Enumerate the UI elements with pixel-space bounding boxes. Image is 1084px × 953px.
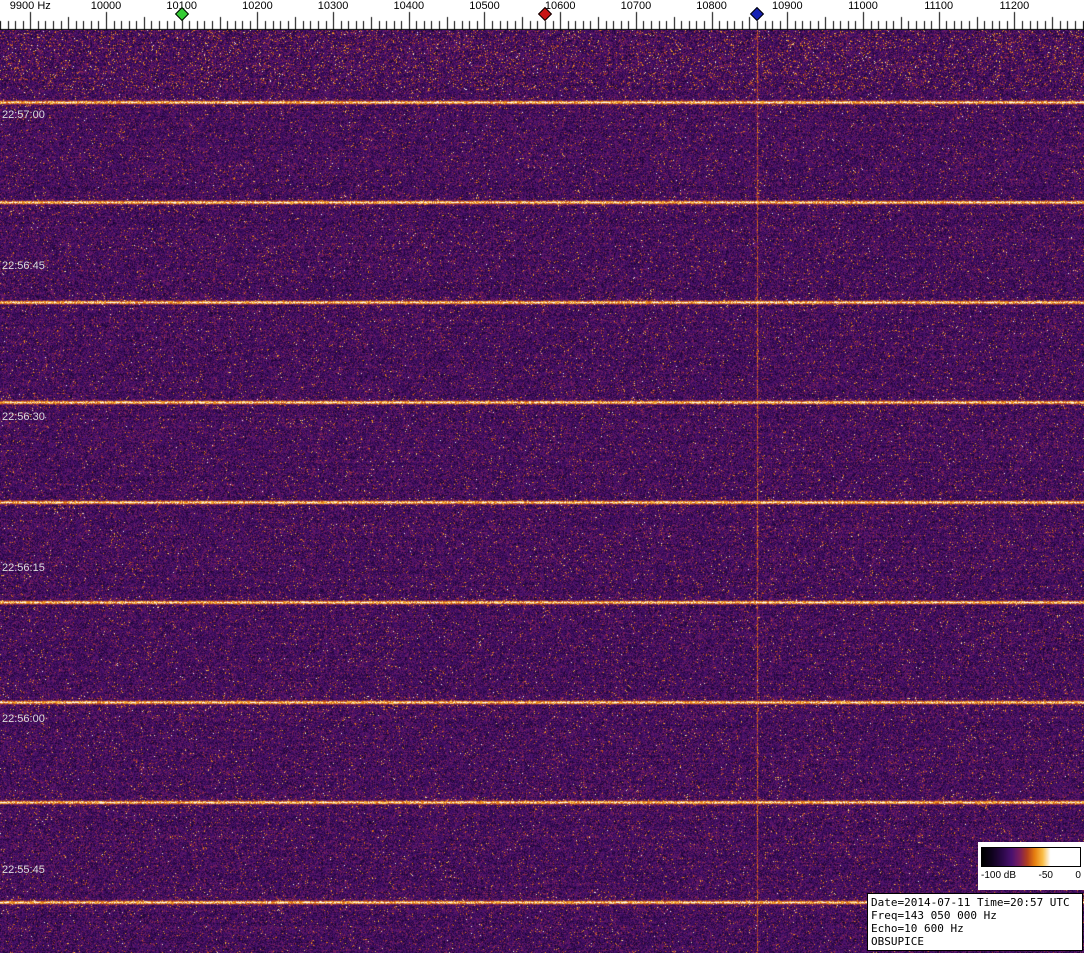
freq-tick-label: 10200: [242, 0, 273, 12]
time-tick-label: 22:57:00: [2, 109, 45, 121]
colorbar-max-label: 0: [1075, 870, 1081, 881]
freq-tick-label: 11200: [999, 0, 1030, 12]
info-date-line: Date=2014-07-11 Time=20:57 UTC: [871, 896, 1070, 909]
info-box: Date=2014-07-11 Time=20:57 UTC Freq=143 …: [867, 893, 1083, 951]
spectrogram-waterfall[interactable]: [0, 30, 1084, 953]
time-tick-label: 22:56:30: [2, 411, 45, 423]
info-freq-line: Freq=143 050 000 Hz: [871, 909, 997, 922]
spectrogram-app: 9900 Hz100001010010200103001040010500106…: [0, 0, 1084, 953]
colorbar-min-label: -100 dB: [981, 870, 1017, 881]
freq-tick-label: 10300: [317, 0, 349, 12]
freq-tick-label: 10600: [544, 0, 576, 12]
colorbar-gradient: [981, 847, 1081, 867]
colorbar-mid-label: -50: [1038, 870, 1053, 881]
time-tick-label: 22:56:45: [2, 260, 45, 272]
freq-tick-label: 9900 Hz: [9, 0, 51, 12]
time-tick-label: 22:56:00: [2, 713, 45, 725]
frequency-ruler[interactable]: 9900 Hz100001010010200103001040010500106…: [0, 0, 1084, 30]
freq-tick-label: 11000: [848, 0, 878, 12]
time-tick-label: 22:55:45: [2, 864, 45, 876]
info-echo-line: Echo=10 600 Hz: [871, 922, 964, 935]
colorbar-legend: -100 dB -50 0: [978, 842, 1084, 890]
freq-tick-label: 11100: [924, 0, 954, 12]
freq-tick-label: 10700: [620, 0, 652, 12]
colorbar-labels: -100 dB -50 0: [978, 870, 1084, 881]
time-tick-label: 22:56:15: [2, 562, 45, 574]
info-station-line: OBSUPICE: [871, 935, 924, 948]
freq-tick-label: 10400: [393, 0, 425, 12]
freq-tick-label: 10900: [772, 0, 803, 12]
freq-tick-label: 10000: [90, 0, 122, 12]
freq-tick-label: 10800: [696, 0, 727, 12]
freq-tick-label: 10500: [469, 0, 500, 12]
